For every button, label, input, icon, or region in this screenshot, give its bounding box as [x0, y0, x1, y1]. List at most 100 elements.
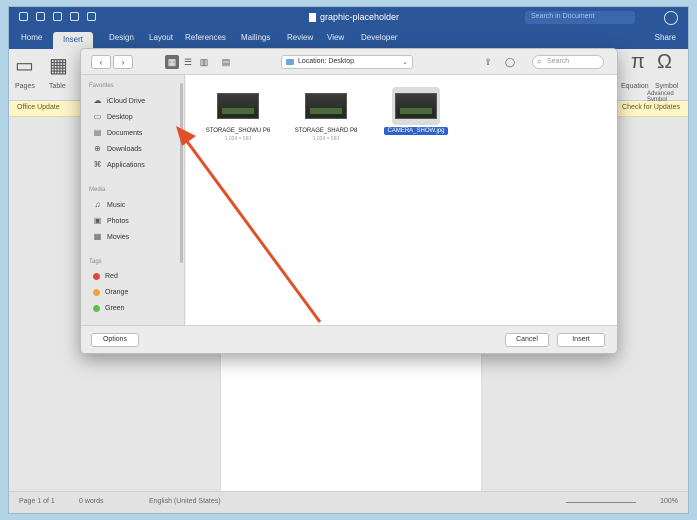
- sidebar-item-applications[interactable]: ⌘ Applications: [93, 161, 145, 169]
- tab-review[interactable]: Review: [287, 33, 313, 42]
- redo-icon[interactable]: [70, 12, 79, 21]
- tab-home[interactable]: Home: [21, 33, 42, 42]
- sidebar-item-tag-orange[interactable]: Orange: [93, 289, 128, 296]
- symbol-icon[interactable]: Ω: [657, 51, 672, 74]
- tab-mailings[interactable]: Mailings: [241, 33, 270, 42]
- insert-button[interactable]: Insert: [557, 333, 605, 347]
- sidebar-item-label: Photos: [107, 217, 129, 225]
- sidebar-item-label: Movies: [107, 233, 130, 241]
- sidebar-item-label: Downloads: [107, 145, 142, 153]
- share-button[interactable]: Share: [655, 33, 676, 42]
- zoom-level[interactable]: 100%: [660, 498, 678, 505]
- sidebar-item-label: Red: [105, 273, 118, 280]
- tag-icon[interactable]: ◯: [503, 55, 517, 69]
- equation-icon[interactable]: π: [631, 51, 645, 74]
- table-label[interactable]: Table: [49, 83, 66, 90]
- dialog-search-placeholder: Search: [547, 58, 570, 65]
- file-item[interactable]: STORAGE_SHARD P8 1,024 × 683: [290, 93, 362, 142]
- zoom-slider[interactable]: [566, 502, 636, 503]
- title-bar: graphic-placeholder Search in Document: [9, 7, 688, 29]
- downloads-icon: ⊕: [94, 144, 101, 153]
- sidebar-item-label: iCloud Drive: [107, 97, 146, 105]
- folder-icon: [286, 59, 294, 65]
- red-tag-icon: [93, 273, 100, 280]
- tab-view[interactable]: View: [327, 33, 344, 42]
- document-title: graphic-placeholder: [309, 12, 399, 22]
- image-thumbnail: [395, 93, 437, 119]
- icon-view-button[interactable]: ▦: [165, 55, 179, 69]
- autosave-icon[interactable]: [19, 12, 28, 21]
- file-browser: STORAGE_SHOWU P6 1,024 × 683 STORAGE_SHA…: [186, 75, 617, 327]
- location-value: Location: Desktop: [298, 58, 355, 65]
- sidebar-item-photos[interactable]: ▣ Photos: [93, 217, 129, 225]
- sidebar-item-label: Desktop: [107, 113, 133, 121]
- document-title-text: graphic-placeholder: [320, 12, 400, 22]
- quick-access-toolbar: [19, 12, 96, 21]
- tab-design[interactable]: Design: [109, 33, 134, 42]
- applications-icon: ⌘: [93, 160, 102, 169]
- desktop-icon: ▭: [93, 112, 102, 121]
- document-icon: [309, 12, 316, 22]
- equation-label[interactable]: Equation: [621, 83, 649, 90]
- symbol-label[interactable]: Symbol: [655, 83, 678, 90]
- profile-icon[interactable]: [664, 11, 678, 25]
- sidebar-item-movies[interactable]: ▦ Movies: [93, 233, 129, 241]
- location-select[interactable]: Location: Desktop ⌄: [281, 55, 413, 69]
- file-meta: 1,024 × 683: [312, 136, 340, 142]
- file-name: STORAGE_SHARD P8: [294, 128, 358, 134]
- sidebar-item-tag-red[interactable]: Red: [93, 273, 118, 280]
- green-tag-icon: [93, 305, 100, 312]
- page-count[interactable]: Page 1 of 1: [19, 498, 55, 505]
- image-thumbnail: [217, 93, 259, 119]
- sidebar-item-icloud-drive[interactable]: ☁ iCloud Drive: [93, 96, 146, 105]
- pages-label[interactable]: Pages: [15, 83, 35, 90]
- sidebar-item-downloads[interactable]: ⊕ Downloads: [93, 145, 142, 153]
- image-thumbnail: [305, 93, 347, 119]
- file-item-selected[interactable]: CAMERA_SHOW.jpg: [380, 87, 452, 135]
- document-search-input[interactable]: Search in Document: [525, 11, 635, 24]
- gallery-view-button[interactable]: ▤: [219, 55, 233, 69]
- options-button[interactable]: Options: [91, 333, 139, 347]
- favorites-header: Favorites: [89, 83, 114, 89]
- tags-header: Tags: [89, 259, 102, 265]
- column-view-button[interactable]: ▥: [197, 55, 211, 69]
- dialog-toolbar: ‹ › ▦ ☰ ▥ ▤ Location: Desktop ⌄ ⇪ ◯ ⌕ Se…: [81, 49, 617, 75]
- dialog-search-input[interactable]: ⌕ Search: [532, 55, 604, 69]
- list-view-button[interactable]: ☰: [181, 55, 195, 69]
- file-item[interactable]: STORAGE_SHOWU P6 1,024 × 683: [202, 93, 274, 142]
- music-icon: ♫: [94, 200, 101, 209]
- chevron-down-icon: ⌄: [402, 59, 408, 66]
- sidebar-item-label: Music: [107, 201, 126, 209]
- sidebar-item-music[interactable]: ♫ Music: [93, 200, 126, 209]
- undo-icon[interactable]: [53, 12, 62, 21]
- media-header: Media: [89, 187, 106, 193]
- word-count[interactable]: 0 words: [79, 498, 104, 505]
- language-indicator[interactable]: English (United States): [149, 498, 221, 505]
- sidebar-item-label: Green: [105, 305, 125, 312]
- orange-tag-icon: [93, 289, 100, 296]
- sidebar-item-desktop[interactable]: ▭ Desktop: [93, 113, 133, 121]
- cloud-icon: ☁: [93, 96, 102, 105]
- tab-insert[interactable]: Insert: [53, 32, 94, 49]
- tab-layout[interactable]: Layout: [149, 33, 173, 42]
- share-icon[interactable]: ⇪: [481, 55, 495, 69]
- back-button[interactable]: ‹: [91, 55, 111, 69]
- sidebar-scrollbar[interactable]: [180, 83, 183, 263]
- file-name: STORAGE_SHOWU P6: [205, 128, 271, 134]
- sidebar-item-tag-green[interactable]: Green: [93, 305, 124, 312]
- customize-icon[interactable]: [87, 12, 96, 21]
- forward-button[interactable]: ›: [113, 55, 133, 69]
- pages-icon[interactable]: ▭: [15, 53, 34, 78]
- cancel-button[interactable]: Cancel: [505, 333, 549, 347]
- save-icon[interactable]: [36, 12, 45, 21]
- tab-developer[interactable]: Developer: [361, 33, 397, 42]
- tab-references[interactable]: References: [185, 33, 226, 42]
- sidebar-item-documents[interactable]: ▤ Documents: [93, 129, 143, 137]
- file-meta: 1,024 × 683: [224, 136, 252, 142]
- sidebar-item-label: Applications: [107, 161, 145, 169]
- ribbon-tabs: Home Insert Design Layout References Mai…: [9, 29, 688, 49]
- file-name: CAMERA_SHOW.jpg: [384, 127, 448, 135]
- check-updates-button[interactable]: Check for Updates: [622, 104, 680, 111]
- movies-icon: ▦: [93, 232, 102, 241]
- table-icon[interactable]: ▦: [49, 53, 68, 78]
